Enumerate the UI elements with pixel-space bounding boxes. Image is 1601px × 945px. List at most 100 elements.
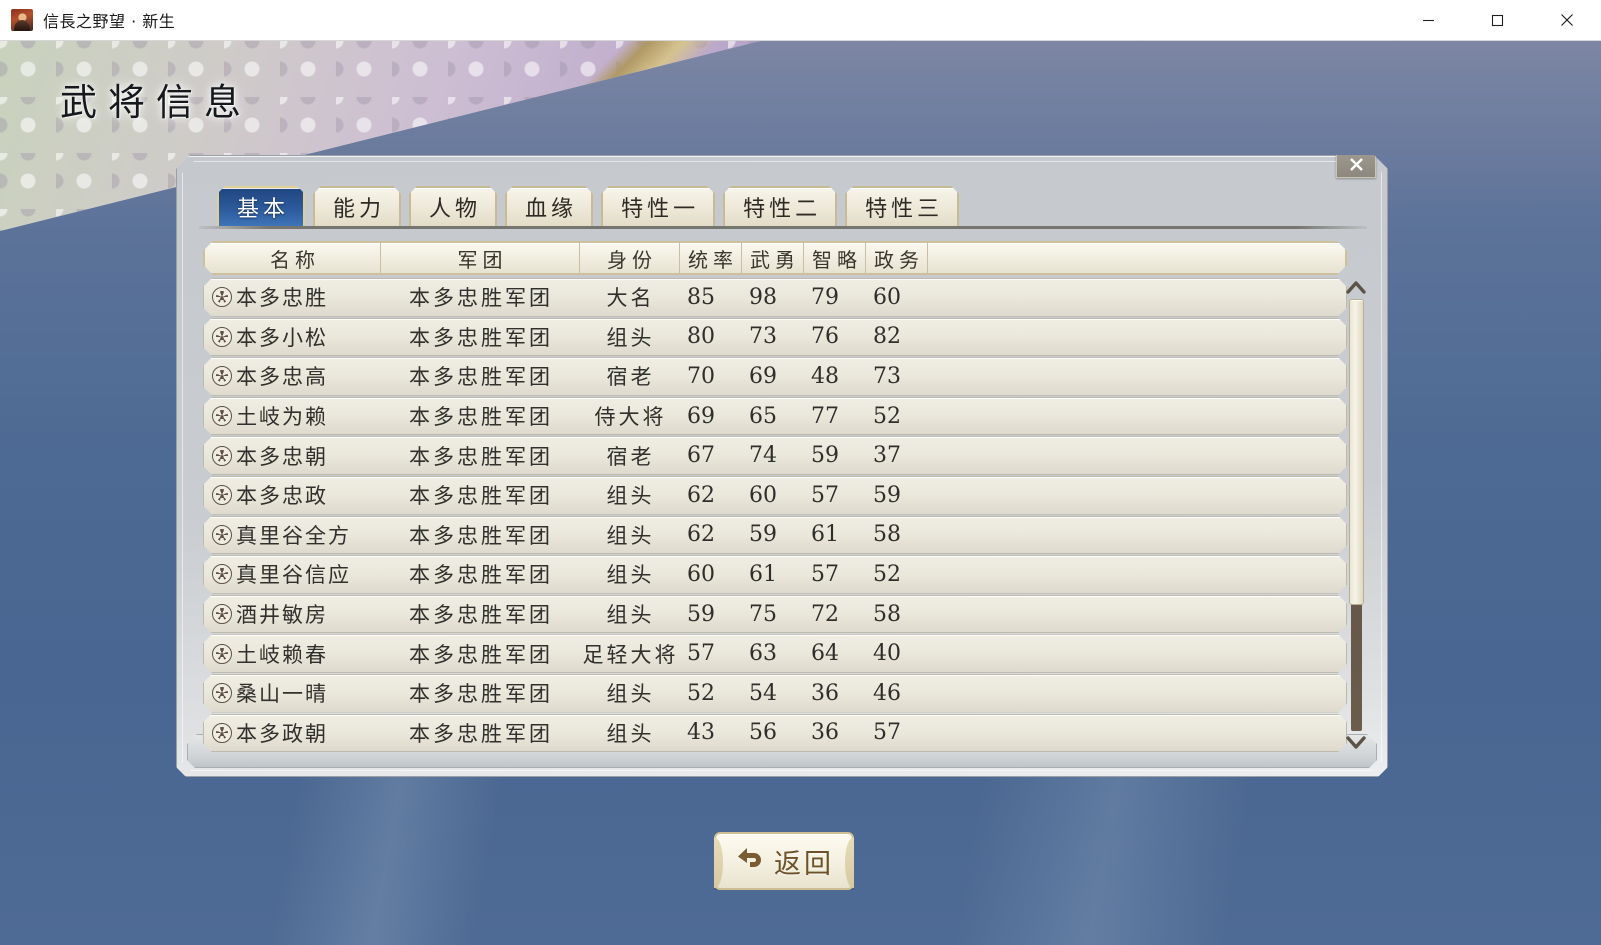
cell-intellect: 64 — [811, 641, 839, 667]
cell-valor: 56 — [749, 720, 777, 746]
column-header-name[interactable]: 名称 — [205, 243, 381, 273]
tab-person[interactable]: 人物 — [409, 186, 497, 226]
table-row[interactable]: 本多政朝 本多忠胜军团 组头 43 56 36 57 — [203, 714, 1347, 752]
table-row[interactable]: 酒井敏房 本多忠胜军团 组头 59 75 72 58 — [203, 595, 1347, 634]
cell-intellect: 77 — [811, 403, 839, 429]
cell-corps: 本多忠胜军团 — [409, 444, 553, 469]
cell-valor: 59 — [749, 522, 777, 548]
cell-leadership: 62 — [687, 482, 715, 508]
cell-name: 本多忠高 — [204, 361, 380, 391]
cell-administration: 40 — [873, 641, 901, 667]
clan-crest-icon — [212, 366, 232, 386]
officer-name: 土岐赖春 — [236, 642, 328, 667]
tab-label: 基本 — [237, 197, 290, 222]
column-header-valor[interactable]: 武勇 — [742, 243, 804, 273]
table-row[interactable]: 桑山一晴 本多忠胜军团 组头 52 54 36 46 — [203, 674, 1347, 713]
tab-label: 特性一 — [621, 197, 700, 222]
officer-name: 本多忠政 — [236, 484, 328, 509]
cell-rank: 组头 — [606, 563, 655, 588]
table-column-header: 名称 军团 身份 统率 ⌄ 武勇 智略 政务 — [203, 241, 1347, 275]
officer-name: 真里谷全方 — [236, 523, 351, 548]
cell-name: 本多忠朝 — [204, 441, 380, 471]
cell-valor: 65 — [749, 403, 777, 429]
scrollbar-thumb[interactable] — [1349, 299, 1364, 605]
tab-trait-3[interactable]: 特性三 — [845, 186, 959, 226]
scroll-up-icon[interactable] — [1343, 278, 1369, 296]
officer-table-body[interactable]: 本多忠胜 本多忠胜军团 大名 85 98 79 60 本多小松 本多忠胜军团 组头 80 73 76 82… — [203, 278, 1347, 752]
cell-administration: 60 — [873, 284, 901, 310]
cell-leadership: 57 — [687, 641, 715, 667]
table-row[interactable]: 本多忠胜 本多忠胜军团 大名 85 98 79 60 — [203, 278, 1347, 317]
scrollbar-track[interactable] — [1351, 299, 1362, 731]
table-row[interactable]: 土岐赖春 本多忠胜军团 足轻大将 57 63 64 40 — [203, 634, 1347, 673]
back-button[interactable]: 返回 — [714, 832, 854, 890]
cell-leadership: 60 — [687, 561, 715, 587]
close-icon — [1349, 157, 1364, 172]
table-row[interactable]: 本多忠政 本多忠胜军团 组头 62 60 57 59 — [203, 476, 1347, 515]
tab-label: 能力 — [333, 197, 386, 222]
back-arrow-icon — [734, 847, 766, 875]
clan-crest-icon — [212, 485, 232, 505]
cell-corps: 本多忠胜军团 — [409, 563, 553, 588]
column-label: 身份 — [607, 247, 657, 272]
close-button[interactable] — [1532, 0, 1601, 41]
tab-label: 人物 — [429, 197, 482, 222]
table-row[interactable]: 真里谷信应 本多忠胜军团 组头 60 61 57 52 — [203, 555, 1347, 594]
table-row[interactable]: 土岐为赖 本多忠胜军团 侍大将 69 65 77 52 — [203, 397, 1347, 436]
column-header-intellect[interactable]: 智略 — [804, 243, 866, 273]
officer-name: 本多政朝 — [236, 721, 328, 746]
cell-name: 本多忠胜 — [204, 282, 380, 312]
cell-valor: 61 — [749, 561, 777, 587]
cell-rank: 组头 — [606, 603, 655, 628]
cell-name: 桑山一晴 — [204, 678, 380, 708]
cell-leadership: 62 — [687, 522, 715, 548]
cell-corps: 本多忠胜军团 — [409, 325, 553, 350]
column-header-leadership[interactable]: 统率 ⌄ — [680, 243, 742, 273]
cell-administration: 52 — [873, 561, 901, 587]
vertical-scrollbar[interactable] — [1343, 278, 1369, 752]
clan-crest-icon — [212, 564, 232, 584]
panel-close-button[interactable] — [1336, 151, 1376, 178]
cell-corps: 本多忠胜军团 — [409, 286, 553, 311]
cell-valor: 73 — [749, 324, 777, 350]
tab-basic[interactable]: 基本 — [217, 186, 305, 226]
clan-crest-icon — [212, 683, 232, 703]
cell-leadership: 85 — [687, 284, 715, 310]
clan-crest-icon — [212, 287, 232, 307]
column-header-rank[interactable]: 身份 — [580, 243, 680, 273]
table-row[interactable]: 本多小松 本多忠胜军团 组头 80 73 76 82 — [203, 318, 1347, 357]
column-label: 智略 — [812, 247, 862, 272]
column-header-corps[interactable]: 军团 — [381, 243, 580, 273]
column-header-administration[interactable]: 政务 — [866, 243, 928, 273]
tab-trait-2[interactable]: 特性二 — [723, 186, 837, 226]
cell-name: 本多小松 — [204, 322, 380, 352]
table-row[interactable]: 本多忠高 本多忠胜军团 宿老 70 69 48 73 — [203, 357, 1347, 396]
tab-label: 特性二 — [743, 197, 822, 222]
minimize-button[interactable] — [1394, 0, 1463, 41]
tab-trait-1[interactable]: 特性一 — [601, 186, 715, 226]
cell-valor: 60 — [749, 482, 777, 508]
window-controls — [1394, 0, 1601, 41]
clan-crest-icon — [212, 604, 232, 624]
cell-intellect: 72 — [811, 601, 839, 627]
officer-name: 本多忠胜 — [236, 286, 328, 311]
cell-valor: 69 — [749, 363, 777, 389]
officer-name: 本多忠朝 — [236, 444, 328, 469]
maximize-button[interactable] — [1463, 0, 1532, 41]
table-row[interactable]: 真里谷全方 本多忠胜军团 组头 62 59 61 58 — [203, 516, 1347, 555]
tab-ability[interactable]: 能力 — [313, 186, 401, 226]
clan-crest-icon — [212, 446, 232, 466]
cell-name: 土岐为赖 — [204, 401, 380, 431]
cell-leadership: 70 — [687, 363, 715, 389]
cell-rank: 组头 — [606, 484, 655, 509]
table-row[interactable]: 本多忠朝 本多忠胜军团 宿老 67 74 59 37 — [203, 436, 1347, 475]
tab-lineage[interactable]: 血缘 — [505, 186, 593, 226]
column-header-filler — [928, 243, 1345, 273]
cell-valor: 63 — [749, 641, 777, 667]
cell-intellect: 61 — [811, 522, 839, 548]
cell-rank: 组头 — [606, 325, 655, 350]
cell-valor: 98 — [749, 284, 777, 310]
scroll-down-icon[interactable] — [1343, 734, 1369, 752]
officer-name: 本多忠高 — [236, 365, 328, 390]
cell-corps: 本多忠胜军团 — [409, 642, 553, 667]
